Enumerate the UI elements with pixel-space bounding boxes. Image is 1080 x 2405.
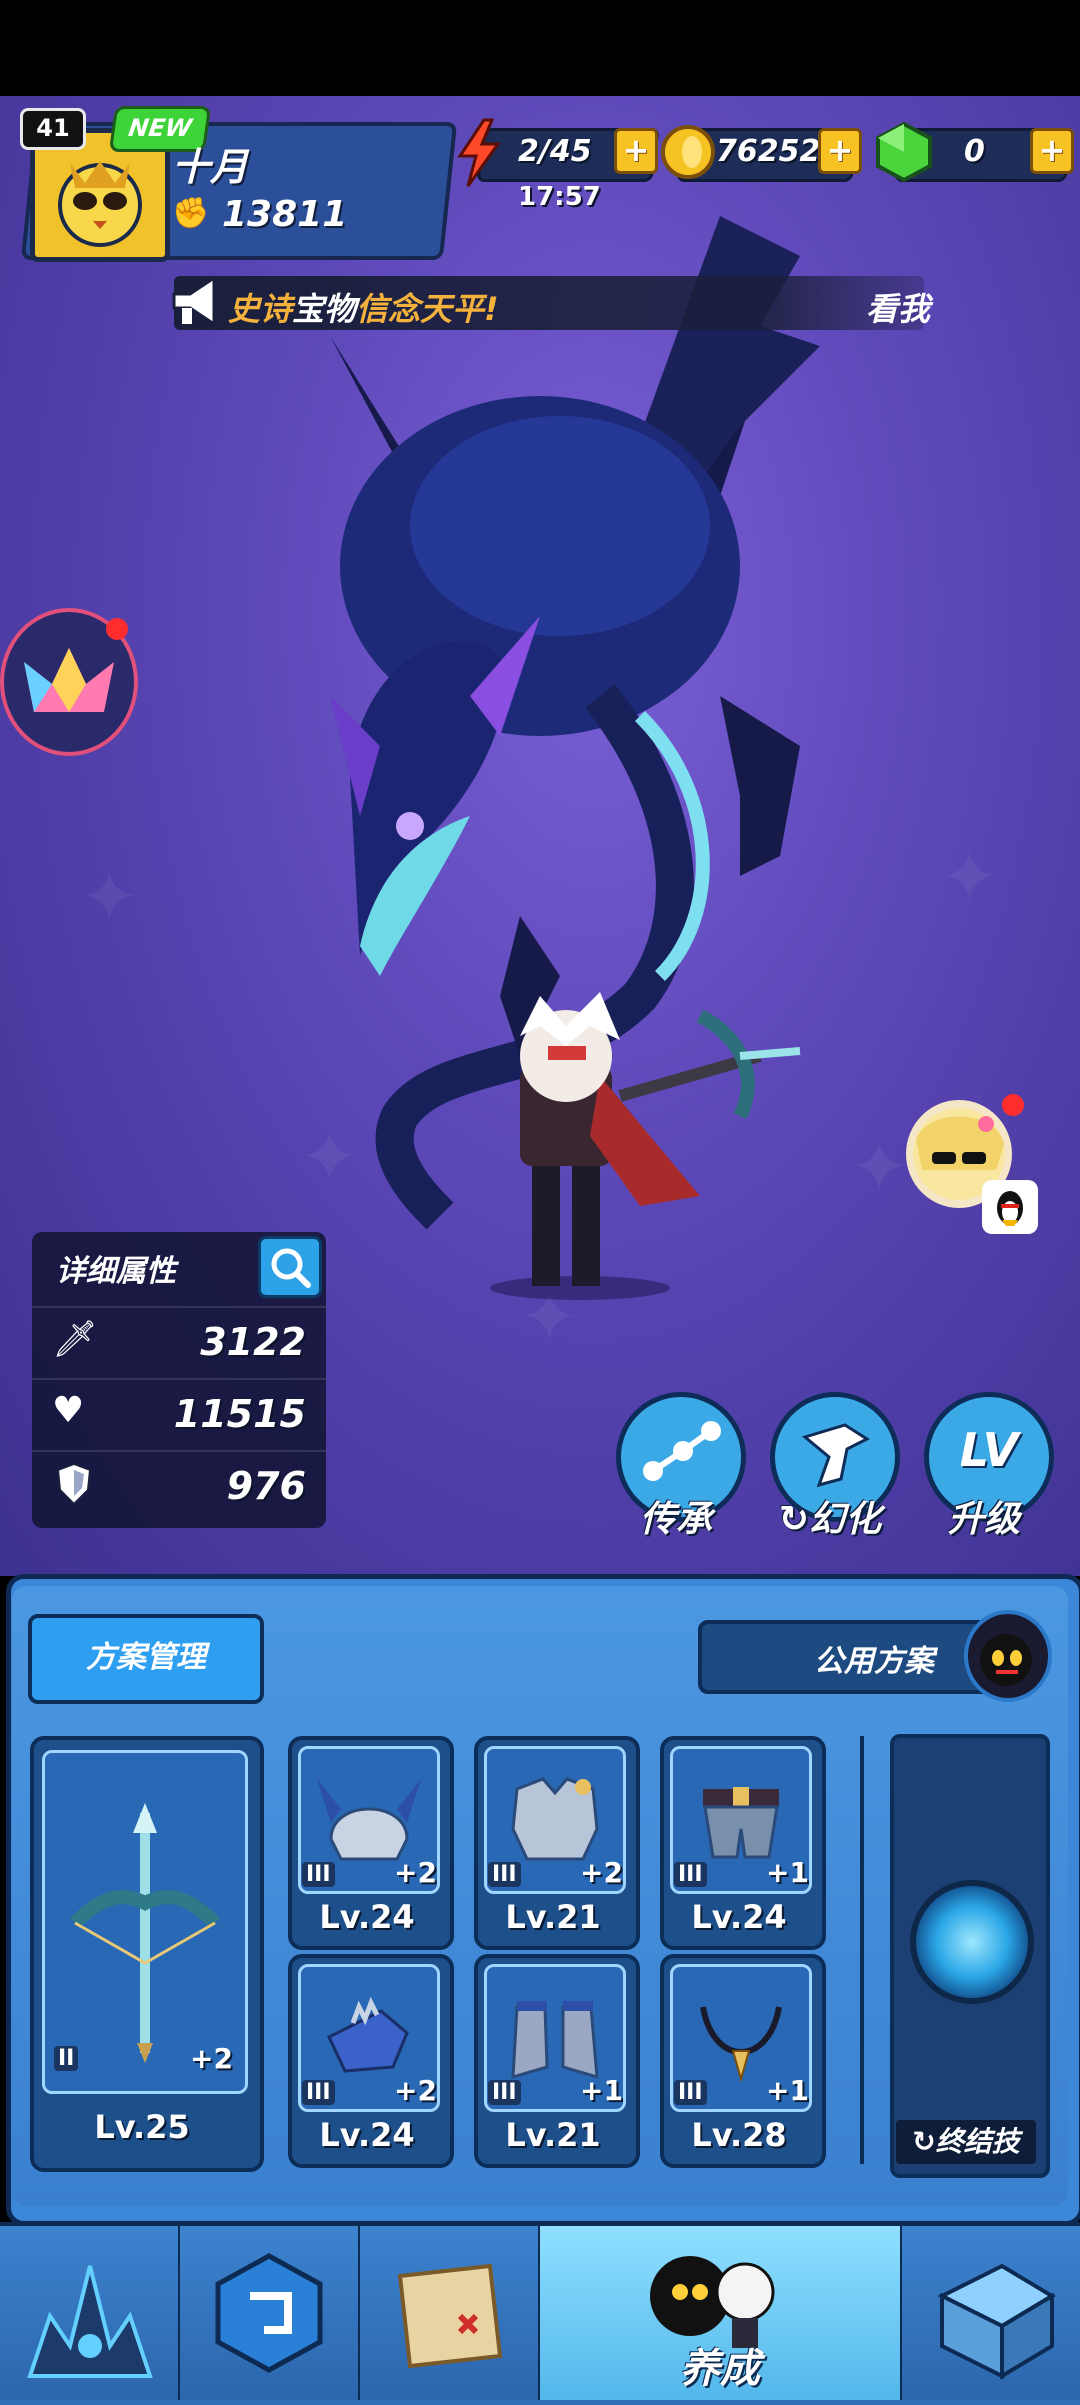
belt-level: Lv.24: [691, 1898, 787, 1936]
helmet-plus: +2: [394, 1856, 437, 1889]
bomb-creature-icon: [980, 1634, 1032, 1686]
shield-icon: [54, 1462, 94, 1510]
status-bar-area: [0, 0, 1080, 96]
weapon-level: Lv.25: [94, 2108, 190, 2146]
green-gem-icon: [872, 120, 936, 184]
belt-tier: III: [674, 1862, 707, 1887]
hp-value: 11515: [173, 1392, 306, 1436]
boots-level: Lv.21: [505, 2116, 601, 2154]
dark-castle-icon: [27, 2265, 153, 2378]
necklace-plus: +1: [766, 2074, 809, 2107]
armor-plus: +2: [580, 1856, 623, 1889]
necklace-level: Lv.28: [691, 2116, 787, 2154]
stat-row-attack: 🗡 3122: [32, 1306, 326, 1376]
nav-guild-tab[interactable]: [180, 2226, 361, 2400]
treasure-map-icon: [397, 2263, 503, 2369]
helmet-tier: III: [302, 1862, 335, 1887]
stats-title: 详细属性: [56, 1254, 176, 1289]
hex-badge-icon: [215, 2253, 323, 2373]
attack-value: 3122: [200, 1320, 306, 1364]
gem-value: 0: [964, 134, 985, 169]
nav-dungeon-tab[interactable]: [0, 2226, 181, 2400]
player-level-badge: 41: [20, 108, 86, 150]
plan-manage-button[interactable]: 方案管理: [28, 1614, 264, 1704]
player-power: 13811: [222, 194, 348, 235]
search-icon: [271, 1248, 311, 1288]
gloves-tier: III: [302, 2080, 335, 2105]
stat-row-defense: 976: [32, 1450, 326, 1520]
qq-penguin-icon[interactable]: [982, 1180, 1038, 1234]
gloves-plus: +2: [394, 2074, 437, 2107]
power-fist-icon: ✊: [172, 196, 210, 231]
public-plan-label: 公用方案: [814, 1644, 934, 1679]
gold-coin-icon: [660, 124, 716, 180]
gold-value: 76252: [716, 134, 821, 169]
ticker-message: 史诗宝物信念天平!: [228, 290, 499, 328]
necklace-tier: III: [674, 2080, 707, 2105]
defense-value: 976: [226, 1464, 306, 1508]
heart-icon: ♥: [52, 1390, 85, 1431]
armor-level: Lv.21: [505, 1898, 601, 1936]
boots-tier: III: [488, 2080, 521, 2105]
weapon-tier: II: [54, 2046, 79, 2071]
energy-timer: 17:57: [518, 182, 601, 212]
helmet-level: Lv.24: [319, 1898, 415, 1936]
nav-map-tab[interactable]: [360, 2226, 541, 2400]
treasure-chest-icon: [937, 2263, 1056, 2380]
energy-add-button[interactable]: +: [614, 128, 658, 174]
energy-bolt-icon: [454, 118, 502, 188]
crown-notification-dot: [106, 618, 128, 640]
sword-icon: 🗡: [52, 1319, 98, 1360]
crossbow-icon: [70, 1803, 220, 2063]
gem-add-button[interactable]: +: [1030, 128, 1074, 174]
boots-plus: +1: [580, 2074, 623, 2107]
gloves-level: Lv.24: [319, 2116, 415, 2154]
gold-add-button[interactable]: +: [818, 128, 862, 174]
transform-label: ↻幻化: [778, 1499, 882, 1540]
stats-detail-button[interactable]: [258, 1236, 322, 1298]
nav-shop-tab[interactable]: [902, 2226, 1080, 2400]
slot-divider: [860, 1736, 864, 2164]
nav-develop-label: 养成: [680, 2346, 760, 2392]
armor-tier: III: [488, 1862, 521, 1887]
ultimate-skill-icon: [910, 1880, 1034, 2004]
stat-row-hp: ♥ 11515: [32, 1378, 326, 1448]
megaphone-icon: [168, 270, 228, 332]
upgrade-label: 升级: [947, 1499, 1020, 1540]
energy-value: 2/45: [518, 134, 592, 169]
inherit-label: 传承: [639, 1499, 712, 1540]
ticker-message-trailing: 看我: [866, 290, 931, 328]
companion-notification-dot: [1002, 1094, 1024, 1116]
ultimate-skill-label: ↻终结技: [896, 2120, 1036, 2164]
upgrade-lv-icon: LV: [959, 1423, 1019, 1477]
weapon-plus: +2: [190, 2042, 233, 2075]
public-plan-avatar[interactable]: [964, 1610, 1052, 1702]
belt-plus: +1: [766, 1856, 809, 1889]
player-name: 十月: [172, 145, 249, 189]
